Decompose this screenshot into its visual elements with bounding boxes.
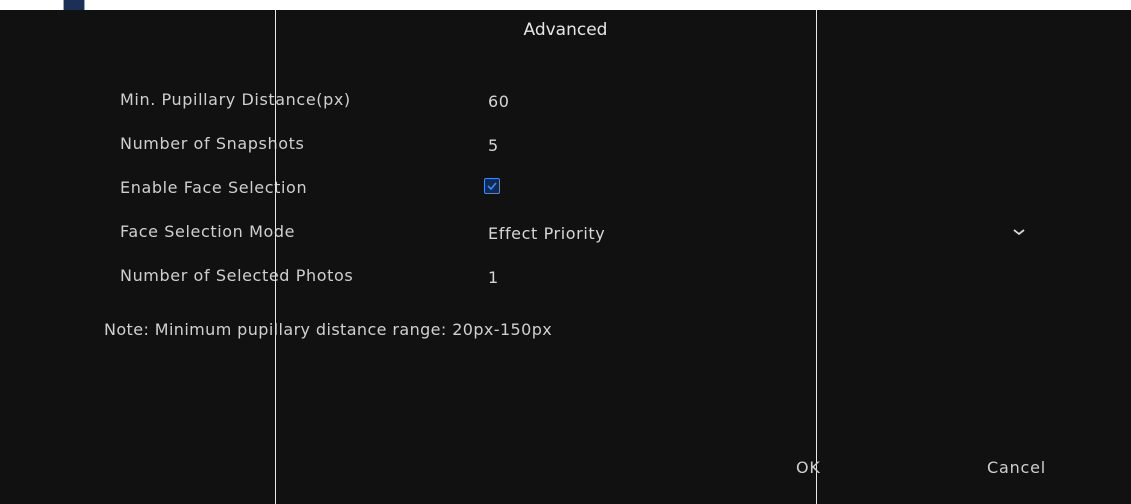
ok-button[interactable]: OK — [796, 458, 821, 477]
advanced-dialog: Advanced Min. Pupillary Distance(px) 60 … — [0, 10, 1131, 504]
number-of-selected-photos-input[interactable]: 1 — [488, 268, 499, 287]
app-corner-icon — [63, 0, 85, 10]
screen: Advanced Min. Pupillary Distance(px) 60 … — [0, 0, 1131, 504]
face-selection-mode-label: Face Selection Mode — [120, 222, 296, 241]
number-of-snapshots-label: Number of Snapshots — [120, 134, 305, 153]
dialog-title: Advanced — [523, 20, 608, 40]
cancel-button[interactable]: Cancel — [987, 458, 1046, 477]
enable-face-selection-checkbox[interactable] — [484, 178, 500, 194]
pupillary-distance-note: Note: Minimum pupillary distance range: … — [104, 320, 553, 339]
enable-face-selection-label: Enable Face Selection — [120, 178, 308, 197]
vertical-divider-left — [275, 10, 276, 504]
number-of-selected-photos-label: Number of Selected Photos — [120, 266, 354, 285]
vertical-divider-right — [816, 10, 817, 504]
checkbox-checked-icon — [487, 182, 497, 191]
min-pupillary-distance-input[interactable]: 60 — [488, 92, 510, 111]
min-pupillary-distance-label: Min. Pupillary Distance(px) — [120, 90, 351, 109]
face-selection-mode-select[interactable]: Effect Priority — [488, 224, 605, 243]
chevron-down-icon[interactable] — [1012, 227, 1026, 237]
number-of-snapshots-input[interactable]: 5 — [488, 136, 499, 155]
